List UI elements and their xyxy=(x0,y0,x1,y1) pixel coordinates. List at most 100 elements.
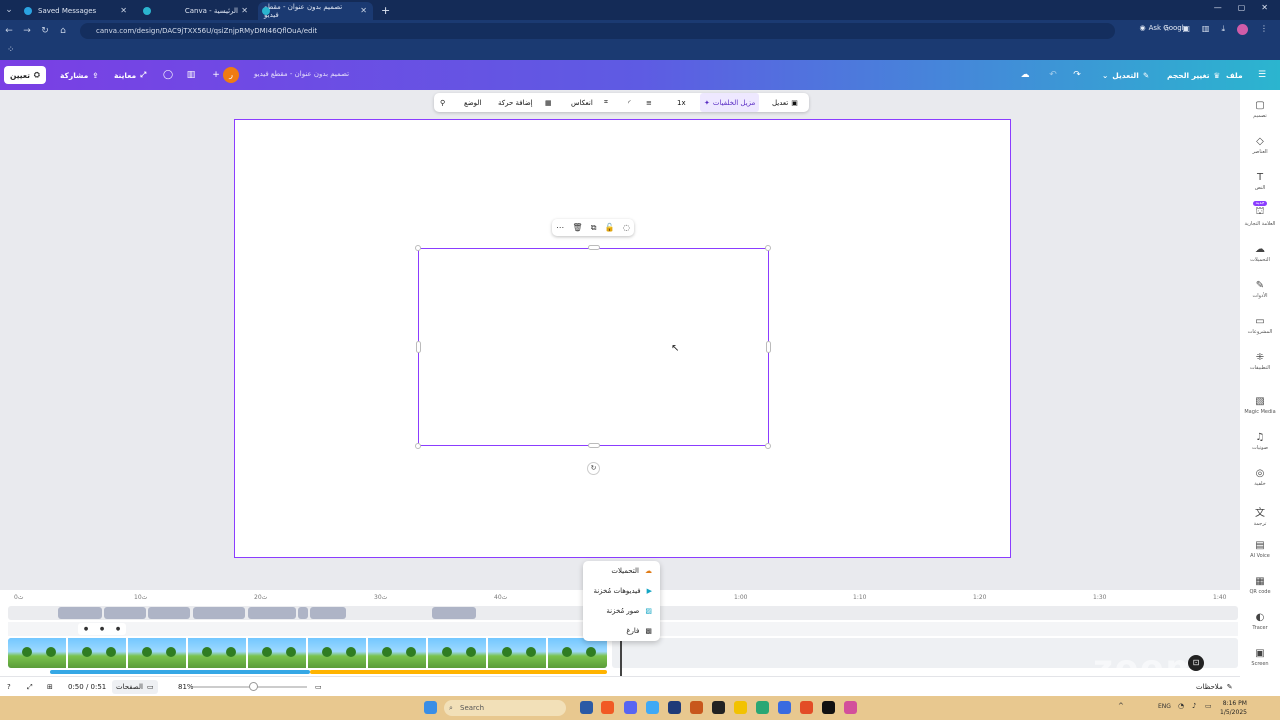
rotate-handle-icon[interactable]: ↻ xyxy=(587,462,600,475)
edit-button[interactable]: تعديل ▣ xyxy=(772,93,798,112)
app-icon[interactable] xyxy=(822,701,835,714)
resize-handle-right[interactable] xyxy=(766,341,771,353)
resize-handle-br[interactable] xyxy=(765,443,771,449)
zoom-level[interactable]: 81% xyxy=(178,677,194,697)
resize-handle-top[interactable] xyxy=(588,245,600,250)
video-clip[interactable] xyxy=(68,638,128,668)
brave-icon[interactable] xyxy=(601,701,614,714)
resize-button[interactable]: تغيير الحجم ♛ xyxy=(1167,67,1220,83)
battery-icon[interactable]: ▭ xyxy=(1205,702,1212,710)
duplicate-icon[interactable]: ⧉ xyxy=(591,223,597,233)
flip-button[interactable]: انعكاس xyxy=(571,93,593,112)
rail-item-tracer[interactable]: ◐ Tracer xyxy=(1240,612,1280,631)
video-clip[interactable] xyxy=(8,638,68,668)
download-icon[interactable]: ⤓ xyxy=(1221,24,1225,35)
rail-item-text[interactable]: T النص xyxy=(1240,172,1280,191)
fit-screen-icon[interactable]: ▭ xyxy=(315,677,322,697)
animate-button[interactable]: إضافة حركة xyxy=(498,93,533,112)
maximize-icon[interactable]: ▢ xyxy=(1238,3,1246,12)
audio-clip[interactable] xyxy=(432,607,476,619)
transition-controls[interactable]: ● ● ● xyxy=(78,623,126,635)
position-button[interactable]: الوضع xyxy=(464,93,481,112)
rail-item-brand[interactable]: جديد ⛫ العلامة التجارية xyxy=(1240,200,1280,227)
rail-item-background[interactable]: ◎ خلفية xyxy=(1240,468,1280,487)
file-menu-button[interactable]: ملف xyxy=(1226,67,1243,83)
language-indicator[interactable]: ENG xyxy=(1158,703,1171,710)
selected-frame[interactable] xyxy=(418,248,769,446)
edge-icon[interactable] xyxy=(756,701,769,714)
analytics-icon[interactable]: ▥ xyxy=(184,68,198,82)
comment-icon[interactable]: ◯ xyxy=(161,68,175,82)
dropdown-item-blank[interactable]: فارغ ▩ xyxy=(626,624,652,638)
rail-item-design[interactable]: ▢ تصميم xyxy=(1240,100,1280,119)
video-clip[interactable] xyxy=(308,638,368,668)
audio-clip[interactable] xyxy=(193,607,245,619)
resize-handle-left[interactable] xyxy=(416,341,421,353)
back-icon[interactable]: ← xyxy=(0,26,18,36)
edit-mode-button[interactable]: ⌄ التعديل ✎ xyxy=(1102,67,1149,83)
fullscreen-icon[interactable]: ⤢ xyxy=(27,677,33,697)
lock-icon[interactable]: 🔓 xyxy=(605,223,615,232)
zoom-slider-knob[interactable] xyxy=(249,682,258,691)
tray-chevron-icon[interactable]: ^ xyxy=(1118,702,1124,710)
help-icon[interactable]: ? xyxy=(7,677,11,697)
rail-item-translate[interactable]: 文 ترجمة xyxy=(1240,504,1280,527)
screen-share-icon[interactable]: ⊡ xyxy=(1188,655,1204,671)
system-clock[interactable]: 8:16 PM 1/5/2025 xyxy=(1220,699,1247,717)
present-button[interactable]: تعيين ⛭ xyxy=(4,66,46,84)
discord-icon[interactable] xyxy=(624,701,637,714)
rail-item-audio[interactable]: ♫ صوتيات xyxy=(1240,432,1280,451)
video-clip[interactable] xyxy=(368,638,428,668)
audio-clip[interactable] xyxy=(248,607,296,619)
share-button[interactable]: مشاركة ⇪ xyxy=(60,67,99,83)
app-icon[interactable] xyxy=(844,701,857,714)
comment-add-icon[interactable]: ◌ xyxy=(623,223,630,232)
bookmark-star-icon[interactable]: ☆ xyxy=(1163,24,1170,35)
video-clip[interactable] xyxy=(428,638,488,668)
rail-item-elements[interactable]: ◇ العناصر xyxy=(1240,136,1280,155)
video-track[interactable] xyxy=(8,638,607,668)
audio-clip[interactable] xyxy=(104,607,146,619)
dropdown-item-stock-photos[interactable]: صور مُخزنة ▨ xyxy=(606,604,652,618)
url-field[interactable]: canva.com/design/DAC9jTXX56U/qsiZnjpRMyD… xyxy=(80,23,1115,39)
doc-title[interactable]: تصميم بدون عنوان - مقطع فيديو xyxy=(254,70,349,78)
wifi-icon[interactable]: ◔ xyxy=(1178,702,1184,710)
home-icon[interactable]: ⌂ xyxy=(54,26,72,36)
windows-start-icon[interactable] xyxy=(424,701,437,714)
trash-icon[interactable]: 🗑 xyxy=(572,223,582,232)
app-icon[interactable] xyxy=(646,701,659,714)
redo-icon[interactable]: ↷ xyxy=(1070,68,1084,82)
apps-grid-icon[interactable]: ⁘ xyxy=(7,45,15,55)
tab-saved-messages[interactable]: Saved Messages ✕ xyxy=(18,2,133,20)
more-options-icon[interactable]: ⋯ xyxy=(556,223,564,232)
rail-item-projects[interactable]: ▭ المشروعات xyxy=(1240,316,1280,335)
forward-icon[interactable]: → xyxy=(18,26,36,36)
resize-handle-tr[interactable] xyxy=(765,245,771,251)
volume-icon[interactable]: ♪ xyxy=(1192,702,1196,710)
avatar[interactable]: ر xyxy=(223,67,239,83)
extension-icon[interactable]: ▣ xyxy=(1182,24,1190,35)
rail-item-apps[interactable]: ⁜ التطبيقات xyxy=(1240,352,1280,371)
rail-item-ai-voice[interactable]: ▤ AI Voice xyxy=(1240,540,1280,559)
zoom-app-icon[interactable] xyxy=(778,701,791,714)
grid-view-icon[interactable]: ⊞ xyxy=(47,677,53,697)
audio-clip[interactable] xyxy=(148,607,190,619)
dropdown-item-uploads[interactable]: التحميلات ☁ xyxy=(611,564,652,578)
hamburger-menu-icon[interactable]: ☰ xyxy=(1255,68,1269,82)
dropdown-item-stock-videos[interactable]: فيديوهات مُخزنة ▶ xyxy=(593,584,652,598)
close-icon[interactable]: ✕ xyxy=(360,6,367,15)
app-icon[interactable] xyxy=(690,701,703,714)
profile-avatar[interactable] xyxy=(1237,24,1248,35)
bg-remover-button[interactable]: ✦ مزيل الخلفيات xyxy=(700,93,760,112)
close-window-icon[interactable]: ✕ xyxy=(1261,3,1268,12)
app-icon[interactable] xyxy=(668,701,681,714)
video-clip[interactable] xyxy=(128,638,188,668)
chrome-icon[interactable] xyxy=(800,701,813,714)
resize-handle-tl[interactable] xyxy=(415,245,421,251)
video-clip[interactable] xyxy=(548,638,607,668)
corner-radius-icon[interactable]: ◜ xyxy=(628,93,631,112)
rail-item-tools[interactable]: ✎ الأدوات xyxy=(1240,280,1280,299)
notes-button[interactable]: ملاحظات ✎ xyxy=(1196,677,1233,697)
transparency-icon[interactable]: ▦ xyxy=(545,93,552,112)
border-style-icon[interactable]: ≡ xyxy=(646,93,652,112)
